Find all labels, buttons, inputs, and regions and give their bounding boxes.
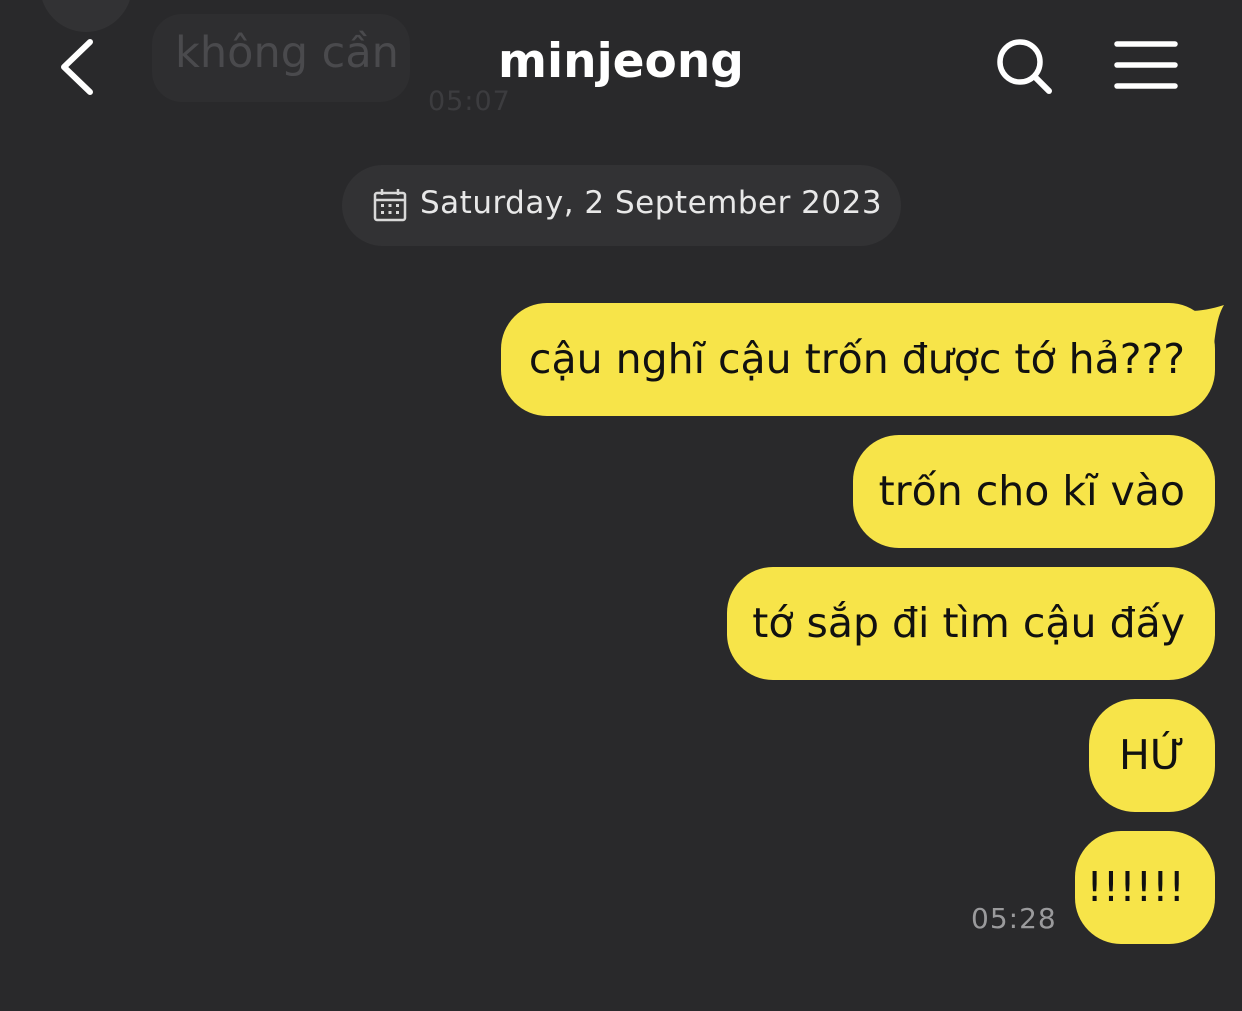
search-button[interactable]	[994, 36, 1054, 96]
message-bubble[interactable]: !!!!!!	[1075, 831, 1215, 944]
message-bubble[interactable]: trốn cho kĩ vào	[853, 435, 1215, 548]
message-text: HỨ	[1118, 731, 1185, 779]
message-text: trốn cho kĩ vào	[878, 467, 1185, 515]
date-divider: Saturday, 2 September 2023	[342, 165, 901, 246]
previous-message-text: không cần	[175, 28, 399, 78]
avatar	[40, 0, 132, 32]
message-bubble[interactable]: HỨ	[1089, 699, 1215, 812]
message-text: tớ sắp đi tìm cậu đấy	[752, 599, 1185, 647]
message-timestamp: 05:28	[971, 902, 1057, 935]
calendar-icon	[373, 189, 407, 222]
search-icon	[997, 39, 1052, 94]
message-text: !!!!!!	[1086, 863, 1185, 911]
chevron-left-icon	[61, 39, 93, 95]
hamburger-menu-icon	[1114, 41, 1178, 89]
back-button[interactable]	[54, 34, 106, 100]
previous-message-time: 05:07	[428, 86, 511, 117]
message-bubble[interactable]: tớ sắp đi tìm cậu đấy	[727, 567, 1215, 680]
date-label: Saturday, 2 September 2023	[420, 185, 883, 221]
chat-screen: không cần 05:07 minjeong Saturday, 2 Sep…	[0, 0, 1242, 1011]
message-text: cậu nghĩ cậu trốn được tớ hả???	[528, 335, 1185, 383]
message-bubble[interactable]: cậu nghĩ cậu trốn được tớ hả???	[501, 303, 1215, 416]
menu-button[interactable]	[1114, 40, 1178, 90]
